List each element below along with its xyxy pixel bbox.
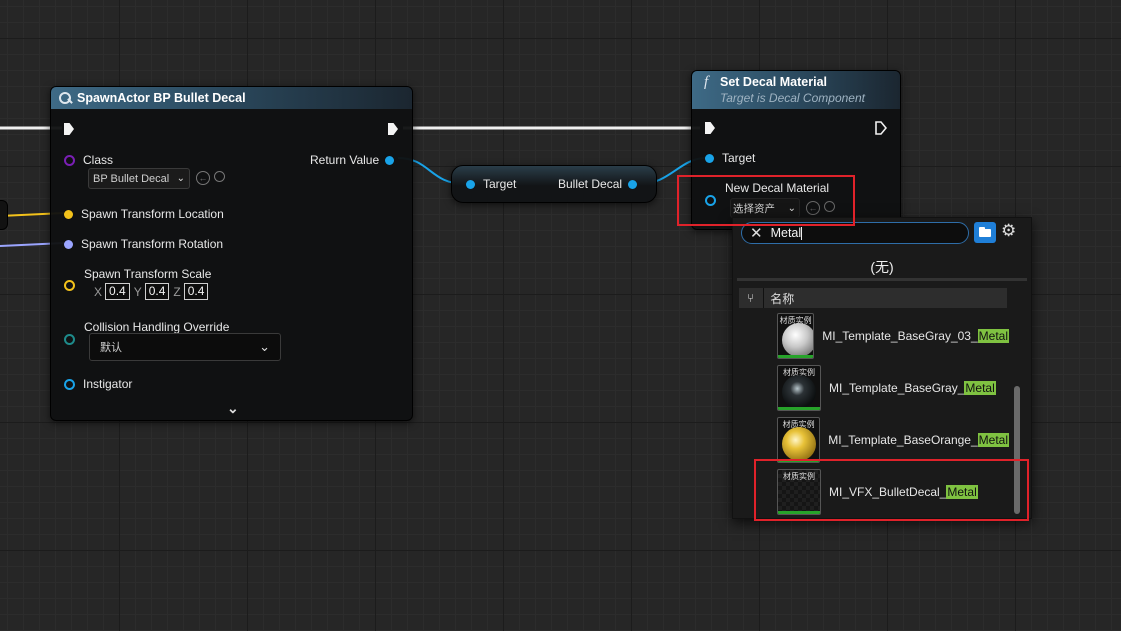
exec-in-pin[interactable] — [64, 123, 74, 135]
scale-z-letter: Z — [173, 284, 181, 299]
scale-z-input[interactable]: 0.4 — [183, 283, 209, 300]
asset-name: MI_Template_BaseGray_03_Metal — [822, 329, 1009, 343]
scale-y-letter: Y — [133, 284, 142, 299]
bullet-decal-output-row: Bullet Decal — [558, 177, 638, 191]
return-value-row: Return Value — [310, 153, 395, 167]
rotation-label: Spawn Transform Rotation — [81, 237, 224, 251]
expand-chevron-icon[interactable]: ⌄ — [227, 400, 239, 417]
material-thumbnail: 材质实例 — [777, 365, 821, 411]
chevron-down-icon: ⌄ — [259, 339, 270, 354]
collision-label: Collision Handling Override — [84, 320, 230, 334]
rotation-row: Spawn Transform Rotation — [64, 237, 223, 251]
scale-x-input[interactable]: 0.4 — [105, 283, 130, 300]
scale-label: Spawn Transform Scale — [84, 267, 212, 281]
spawn-actor-header[interactable]: SpawnActor BP Bullet Decal — [51, 87, 412, 109]
collision-dropdown[interactable]: 默认 ⌄ — [89, 333, 281, 361]
asset-search-input[interactable]: Metal — [771, 226, 802, 240]
exec-in-pin[interactable] — [705, 122, 715, 134]
exec-out-pin[interactable] — [875, 121, 887, 135]
location-row: Spawn Transform Location — [64, 207, 224, 221]
asset-row[interactable]: 材质实例 MI_Template_BaseGray_Metal — [739, 362, 1009, 414]
bullet-decal-output-pin[interactable] — [628, 179, 638, 189]
asset-name: MI_Template_BaseOrange_Metal — [828, 433, 1009, 447]
scale-values-row: X 0.4 Y 0.4 Z 0.4 — [94, 283, 212, 300]
chevron-down-icon: ⌄ — [176, 173, 185, 184]
material-thumbnail: 材质实例 — [777, 417, 821, 463]
return-value-pin[interactable] — [385, 155, 395, 165]
class-dropdown[interactable]: BP Bullet Decal ⌄ — [88, 168, 190, 189]
spawn-actor-title: SpawnActor BP Bullet Decal — [77, 91, 246, 105]
name-column-header[interactable]: 名称 — [770, 290, 794, 307]
none-option[interactable]: (无) — [733, 257, 1031, 277]
collision-pin[interactable] — [64, 334, 75, 345]
set-decal-target-row: Target — [705, 151, 755, 165]
clear-search-icon[interactable]: ✕ — [750, 224, 763, 242]
class-label: Class — [83, 153, 114, 167]
bullet-decal-target-pin[interactable] — [466, 179, 475, 189]
gear-icon[interactable]: ⚙ — [1001, 221, 1016, 241]
instigator-row: Instigator — [64, 377, 132, 391]
bullet-decal-target-label: Target — [483, 177, 517, 191]
asset-name: MI_Template_BaseGray_Metal — [829, 381, 996, 395]
instigator-label: Instigator — [83, 377, 133, 391]
material-thumbnail: 材质实例 — [777, 313, 815, 359]
bullet-decal-output-label: Bullet Decal — [558, 177, 623, 191]
set-decal-title: Set Decal Material — [720, 75, 827, 89]
browse-back-icon[interactable]: ← — [196, 171, 210, 185]
asset-list-header: ⑂ 名称 — [739, 288, 1007, 308]
set-decal-subtitle: Target is Decal Component — [720, 91, 865, 105]
instigator-pin[interactable] — [64, 378, 75, 390]
collision-dropdown-value: 默认 — [100, 342, 122, 354]
column-divider — [763, 288, 765, 308]
rotation-pin[interactable] — [64, 239, 73, 249]
bullet-decal-target-row: Target — [466, 177, 516, 191]
asset-row[interactable]: 材质实例 MI_Template_BaseGray_03_Metal — [739, 310, 1009, 362]
class-dropdown-value: BP Bullet Decal — [93, 172, 170, 185]
set-decal-header[interactable]: f Set Decal Material Target is Decal Com… — [692, 71, 900, 109]
location-label: Spawn Transform Location — [81, 207, 224, 221]
collision-label-row: Collision Handling Override — [84, 320, 229, 334]
picker-divider — [737, 278, 1027, 281]
highlight-box-bullet-decal-asset — [754, 459, 1029, 521]
scale-y-input[interactable]: 0.4 — [144, 283, 170, 300]
highlight-box-decal-material — [677, 175, 855, 226]
spawn-actor-icon — [59, 92, 73, 104]
spawn-actor-node[interactable]: SpawnActor BP Bullet Decal Class BP Bull… — [50, 86, 413, 421]
scale-x-letter: X — [94, 284, 103, 299]
class-pin[interactable] — [64, 154, 75, 166]
bullet-decal-node[interactable]: Target Bullet Decal — [451, 165, 657, 203]
scale-pin[interactable] — [64, 280, 75, 291]
text-cursor — [801, 226, 803, 240]
location-pin[interactable] — [64, 209, 73, 219]
exec-out-pin[interactable] — [388, 123, 398, 135]
offscreen-node-edge — [0, 200, 8, 230]
branch-icon[interactable]: ⑂ — [747, 291, 754, 305]
function-icon: f — [704, 74, 709, 90]
set-decal-target-label: Target — [722, 151, 756, 165]
class-pin-row: Class — [64, 153, 113, 167]
scale-label-row: Spawn Transform Scale — [84, 267, 211, 281]
return-value-label: Return Value — [310, 153, 380, 167]
set-decal-target-pin[interactable] — [705, 153, 714, 163]
folder-icon[interactable] — [974, 222, 996, 243]
search-icon[interactable] — [214, 171, 225, 182]
